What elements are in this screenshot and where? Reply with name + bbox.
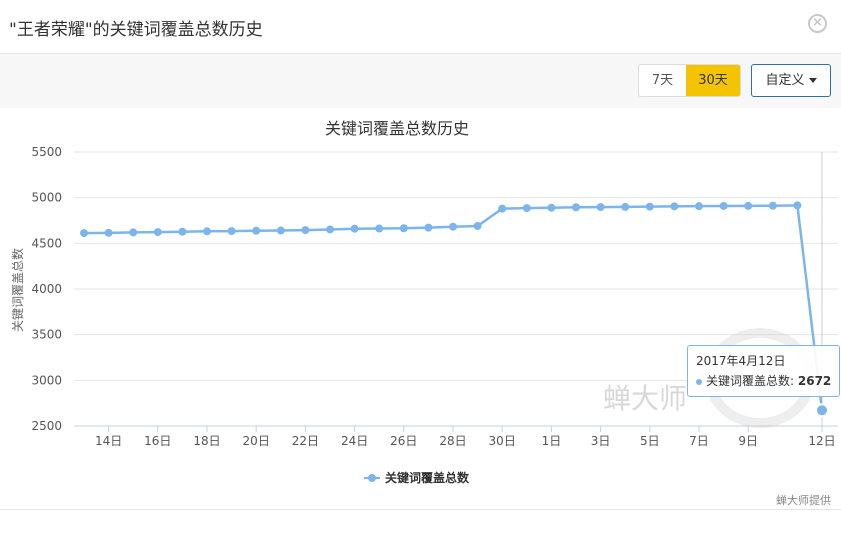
data-point[interactable] [596,203,605,212]
range-7-days-button[interactable]: 7天 [639,65,686,96]
data-point[interactable] [178,227,187,236]
toolbar: 7天 30天 自定义 [0,54,841,108]
data-point[interactable] [522,204,531,213]
tooltip-label: 关键词覆盖总数: [706,374,795,388]
caret-down-icon [808,78,817,83]
y-tick-label: 4500 [31,236,62,250]
x-tick-label: 12日 [808,434,835,448]
tooltip-row: 关键词覆盖总数: 2672 [696,372,831,389]
data-point[interactable] [793,201,802,210]
y-axis-label: 关键词覆盖总数 [10,248,25,332]
data-point[interactable] [399,224,408,233]
y-tick-label: 2500 [31,419,62,433]
range-30-days-button[interactable]: 30天 [686,65,740,96]
x-tick-label: 5日 [640,434,660,448]
chart-title: 关键词覆盖总数历史 [325,119,469,138]
data-point[interactable] [301,226,310,235]
data-point[interactable] [276,226,285,235]
data-point[interactable] [473,221,482,230]
x-tick-label: 7日 [689,434,709,448]
x-tick-label: 1日 [542,434,562,448]
legend[interactable]: 关键词覆盖总数 [364,470,470,485]
modal-title: "王者荣耀"的关键词覆盖总数历史 [9,20,263,40]
custom-range-label: 自定义 [765,73,805,88]
x-tick-label: 30日 [489,434,516,448]
data-point[interactable] [153,228,162,237]
x-tick-label: 16日 [144,434,171,448]
x-tick-label: 18日 [193,434,220,448]
y-tick-label: 4000 [31,282,62,296]
data-point[interactable] [129,228,138,237]
chart-tooltip: 2017年4月12日 关键词覆盖总数: 2672 [687,345,840,397]
data-point[interactable] [252,226,261,235]
x-tick-label: 14日 [95,434,122,448]
footer-divider [0,509,841,510]
data-point[interactable] [621,202,630,211]
legend-label: 关键词覆盖总数 [385,470,470,485]
credit-text: 蝉大师提供 [776,493,831,507]
data-point[interactable] [719,201,728,210]
data-point[interactable] [227,227,236,236]
y-tick-label: 3000 [31,373,62,387]
range-button-group: 7天 30天 [638,64,741,97]
data-point[interactable] [547,203,556,212]
data-point[interactable] [670,202,679,211]
data-point[interactable] [768,201,777,210]
data-point[interactable] [449,222,457,231]
tooltip-value: 2672 [797,374,832,388]
data-point[interactable] [326,225,334,234]
data-point[interactable] [424,223,433,232]
y-tick-label: 3500 [31,328,62,342]
tooltip-date: 2017年4月12日 [696,354,786,368]
y-tick-label: 5000 [31,191,62,205]
data-point[interactable] [375,224,384,233]
data-point[interactable] [350,224,359,233]
data-point[interactable] [572,203,580,212]
y-tick-label: 5500 [31,145,62,159]
x-tick-label: 22日 [292,434,319,448]
x-tick-label: 24日 [341,434,368,448]
data-point[interactable] [203,227,211,236]
line-chart: 关键词覆盖总数历史 2500 3000 3500 4000 4500 5000 5500 1… [10,119,838,507]
data-point[interactable] [744,201,753,210]
x-tick-label: 26日 [390,434,417,448]
x-tick-label: 3日 [591,434,611,448]
chart-container: 关键词覆盖总数历史 2500 3000 3500 4000 4500 5000 5500 1… [0,108,841,508]
modal-header: "王者荣耀"的关键词覆盖总数历史 × [0,0,841,54]
x-tick-label: 28日 [439,434,466,448]
custom-range-dropdown[interactable]: 自定义 [751,64,831,97]
close-circle-icon[interactable]: × [808,14,827,33]
data-point[interactable] [104,228,113,237]
data-point[interactable] [80,229,88,238]
x-tick-label: 9日 [738,434,758,448]
data-point[interactable] [695,202,703,211]
tooltip-dot [696,378,702,385]
data-point[interactable] [498,204,507,213]
data-point[interactable] [815,403,829,418]
data-point[interactable] [645,202,654,211]
history-modal: "王者荣耀"的关键词覆盖总数历史 × 7天 30天 自定义 关键词覆盖总数历史 … [0,0,841,535]
x-tick-label: 20日 [243,434,270,448]
legend-marker [368,474,376,482]
watermark: 蝉大师 [603,382,687,415]
